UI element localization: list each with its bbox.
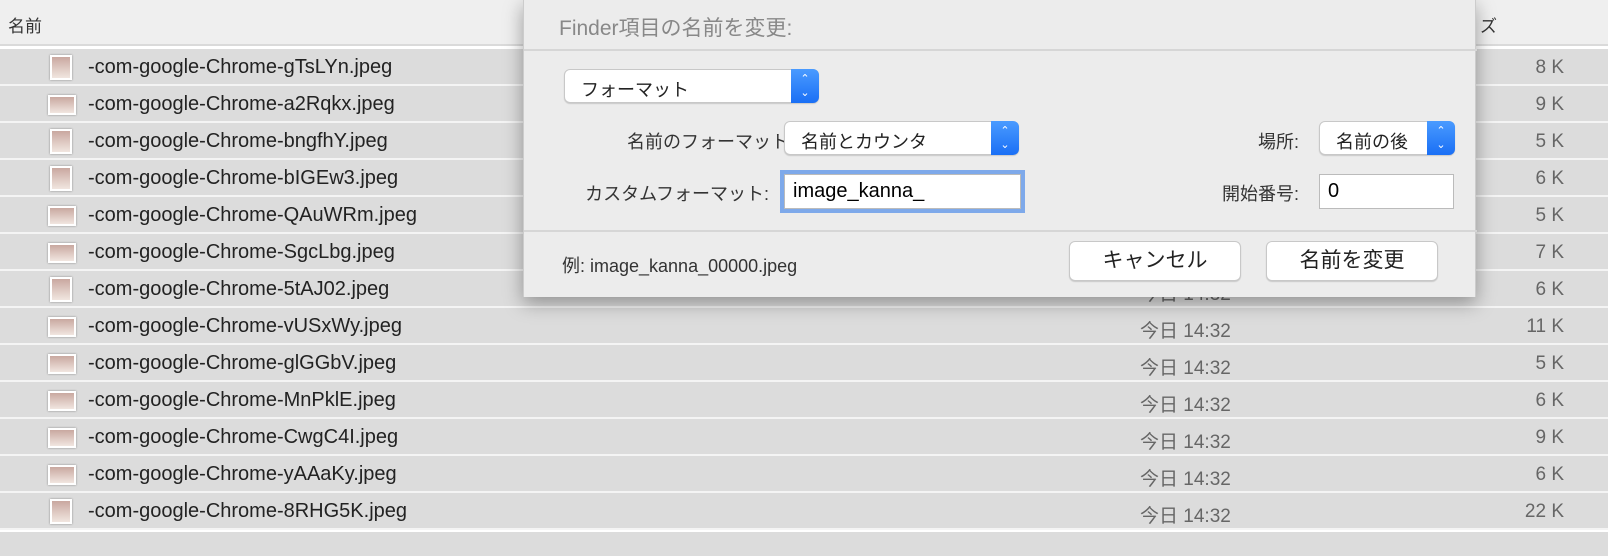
custom-format-label: カスタムフォーマット: bbox=[585, 184, 769, 204]
name-format-value: 名前とカウンタ bbox=[801, 132, 927, 152]
file-date: 今日 14:32 bbox=[1140, 358, 1231, 379]
image-thumbnail-icon bbox=[48, 317, 76, 337]
file-name: -com-google-Chrome-5tAJ02.jpeg bbox=[88, 278, 390, 300]
image-thumbnail-icon bbox=[50, 55, 72, 80]
example-text: 例: image_kanna_00000.jpeg bbox=[562, 256, 798, 276]
location-label: 場所: bbox=[1257, 132, 1299, 152]
chevron-updown-icon: ⌃ ⌄ bbox=[991, 121, 1019, 155]
column-header-name[interactable]: 名前 bbox=[8, 12, 42, 37]
image-thumbnail-icon bbox=[50, 166, 72, 191]
file-date: 今日 14:32 bbox=[1140, 321, 1231, 342]
rename-dialog: Finder項目の名前を変更: フォーマット ⌃ ⌄ 名前のフォーマット: 名前と… bbox=[523, 0, 1477, 297]
file-date: 今日 14:32 bbox=[1140, 469, 1231, 490]
file-name: -com-google-Chrome-vUSxWy.jpeg bbox=[88, 315, 402, 337]
file-name: -com-google-Chrome-yAAaKy.jpeg bbox=[88, 463, 397, 485]
image-thumbnail-icon bbox=[48, 243, 76, 263]
file-date: 今日 14:32 bbox=[1140, 506, 1231, 527]
custom-format-input[interactable]: image_kanna_ bbox=[784, 174, 1021, 209]
file-row[interactable]: -com-google-Chrome-CwgC4I.jpeg 今日 14:32 … bbox=[0, 419, 1608, 456]
file-row[interactable]: -com-google-Chrome-vUSxWy.jpeg 今日 14:32 … bbox=[0, 308, 1608, 345]
rename-mode-value: フォーマット bbox=[581, 80, 689, 100]
file-name: -com-google-Chrome-MnPklE.jpeg bbox=[88, 389, 396, 411]
file-name: -com-google-Chrome-a2Rqkx.jpeg bbox=[88, 93, 395, 115]
location-value: 名前の後 bbox=[1336, 132, 1408, 152]
file-name: -com-google-Chrome-8RHG5K.jpeg bbox=[88, 500, 408, 522]
file-row-partial[interactable] bbox=[0, 532, 1608, 556]
file-size: 22 K bbox=[1524, 501, 1564, 522]
divider bbox=[524, 230, 1477, 232]
file-size: 5 K bbox=[1535, 353, 1564, 374]
name-format-popup[interactable]: 名前とカウンタ ⌃ ⌄ bbox=[784, 121, 1019, 155]
cancel-button[interactable]: キャンセル bbox=[1069, 241, 1241, 281]
file-size: 7 K bbox=[1535, 242, 1564, 263]
rename-button[interactable]: 名前を変更 bbox=[1266, 241, 1438, 281]
file-row[interactable]: -com-google-Chrome-8RHG5K.jpeg 今日 14:32 … bbox=[0, 493, 1608, 530]
file-size: 6 K bbox=[1535, 464, 1564, 485]
location-popup[interactable]: 名前の後 ⌃ ⌄ bbox=[1319, 121, 1455, 155]
chevron-updown-icon: ⌃ ⌄ bbox=[1427, 121, 1455, 155]
file-size: 6 K bbox=[1535, 390, 1564, 411]
file-name: -com-google-Chrome-gTsLYn.jpeg bbox=[88, 56, 393, 78]
file-size: 8 K bbox=[1535, 57, 1564, 78]
image-thumbnail-icon bbox=[48, 206, 76, 226]
image-thumbnail-icon bbox=[48, 391, 76, 411]
image-thumbnail-icon bbox=[48, 465, 76, 485]
file-name: -com-google-Chrome-bIGEw3.jpeg bbox=[88, 167, 399, 189]
file-date: 今日 14:32 bbox=[1140, 432, 1231, 453]
column-header-size[interactable]: ズ bbox=[1480, 12, 1497, 37]
file-name: -com-google-Chrome-CwgC4I.jpeg bbox=[88, 426, 399, 448]
rename-mode-popup[interactable]: フォーマット ⌃ ⌄ bbox=[564, 69, 819, 103]
image-thumbnail-icon bbox=[50, 277, 72, 302]
file-name: -com-google-Chrome-glGGbV.jpeg bbox=[88, 352, 397, 374]
file-size: 9 K bbox=[1535, 427, 1564, 448]
file-size: 5 K bbox=[1535, 131, 1564, 152]
chevron-updown-icon: ⌃ ⌄ bbox=[791, 69, 819, 103]
start-number-input[interactable]: 0 bbox=[1319, 174, 1454, 209]
image-thumbnail-icon bbox=[48, 95, 76, 115]
start-number-label: 開始番号: bbox=[1221, 184, 1299, 204]
file-size: 5 K bbox=[1535, 205, 1564, 226]
file-row[interactable]: -com-google-Chrome-yAAaKy.jpeg 今日 14:32 … bbox=[0, 456, 1608, 493]
file-size: 6 K bbox=[1535, 168, 1564, 189]
file-name: -com-google-Chrome-QAuWRm.jpeg bbox=[88, 204, 417, 226]
image-thumbnail-icon bbox=[50, 499, 72, 524]
divider bbox=[524, 49, 1477, 51]
file-size: 6 K bbox=[1535, 279, 1564, 300]
image-thumbnail-icon bbox=[48, 428, 76, 448]
file-name: -com-google-Chrome-bngfhY.jpeg bbox=[88, 130, 388, 152]
file-size: 9 K bbox=[1535, 94, 1564, 115]
file-size: 11 K bbox=[1526, 316, 1564, 337]
file-date: 今日 14:32 bbox=[1140, 395, 1231, 416]
file-name: -com-google-Chrome-SgcLbg.jpeg bbox=[88, 241, 395, 263]
image-thumbnail-icon bbox=[48, 354, 76, 374]
file-row[interactable]: -com-google-Chrome-glGGbV.jpeg 今日 14:32 … bbox=[0, 345, 1608, 382]
file-row[interactable]: -com-google-Chrome-MnPklE.jpeg 今日 14:32 … bbox=[0, 382, 1608, 419]
dialog-title: Finder項目の名前を変更: bbox=[559, 17, 793, 40]
image-thumbnail-icon bbox=[50, 129, 72, 154]
name-format-label: 名前のフォーマット: bbox=[626, 132, 794, 152]
